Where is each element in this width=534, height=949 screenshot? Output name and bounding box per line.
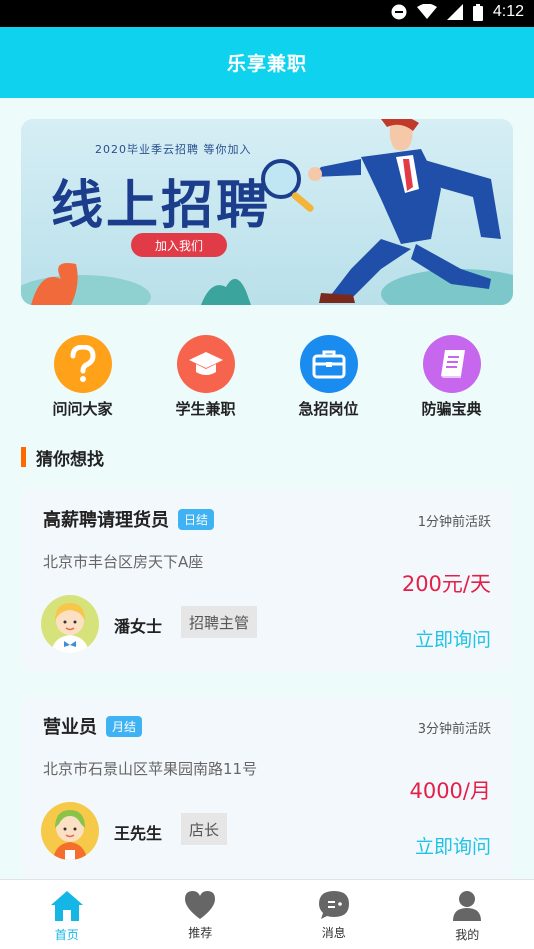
tab-messages[interactable]: 消息 <box>267 880 401 949</box>
banner-subtitle: 2020毕业季云招聘 等你加入 <box>95 143 252 156</box>
quick-item-urgent[interactable]: 急招岗位 <box>267 335 390 419</box>
job-address: 北京市丰台区房天下A座 <box>43 553 204 571</box>
tab-label: 消息 <box>321 926 346 940</box>
contact-role: 店长 <box>181 813 228 845</box>
payment-tag: 月结 <box>106 715 143 737</box>
tab-profile[interactable]: 我的 <box>401 880 534 949</box>
status-bar: 4:12 <box>0 0 534 27</box>
graduation-cap-icon <box>176 335 235 393</box>
wifi-icon <box>416 4 437 19</box>
battery-icon <box>472 3 483 21</box>
status-icons: 4:12 <box>391 3 524 21</box>
avatar <box>41 802 99 860</box>
user-icon <box>453 891 482 921</box>
promo-banner[interactable]: 2020毕业季云招聘 等你加入 线上招聘 加入我们 <box>21 119 513 305</box>
job-title-row: 高薪聘请理货员 日结 <box>43 506 215 532</box>
do-not-disturb-icon <box>391 4 407 20</box>
inquire-button[interactable]: 立即询问 <box>415 625 491 652</box>
contact-role: 招聘主管 <box>181 606 258 638</box>
section-accent-bar <box>21 447 26 467</box>
join-us-button[interactable]: 加入我们 <box>131 233 227 257</box>
quick-item-label: 急招岗位 <box>298 400 359 418</box>
home-icon <box>50 891 83 921</box>
question-icon <box>53 335 112 393</box>
job-title-row: 营业员 月结 <box>43 713 143 739</box>
job-title: 高薪聘请理货员 <box>43 510 169 531</box>
status-time: 4:12 <box>492 3 524 20</box>
quick-item-label: 问问大家 <box>52 400 113 418</box>
quick-item-label: 学生兼职 <box>175 400 236 418</box>
book-icon <box>422 335 481 393</box>
job-address: 北京市石景山区苹果园南路11号 <box>43 760 258 778</box>
active-time: 3分钟前活跃 <box>417 722 491 737</box>
page-title: 乐享兼职 <box>226 53 307 75</box>
inquire-button[interactable]: 立即询问 <box>415 832 491 859</box>
quick-item-ask[interactable]: 问问大家 <box>21 335 144 419</box>
avatar <box>41 595 99 653</box>
heart-icon <box>185 891 216 919</box>
quick-item-student-jobs[interactable]: 学生兼职 <box>144 335 267 419</box>
quick-menu: 问问大家 学生兼职 急招岗位 防骗宝典 <box>0 335 534 419</box>
section-header: 猜你想找 <box>21 446 104 470</box>
bottom-nav: 首页 推荐 消息 我的 <box>0 879 534 949</box>
tab-label: 推荐 <box>188 926 213 940</box>
tab-label: 我的 <box>455 928 480 942</box>
quick-item-label: 防骗宝典 <box>421 400 482 418</box>
active-time: 1分钟前活跃 <box>417 515 491 530</box>
job-salary: 200元/天 <box>401 572 491 596</box>
quick-item-anti-fraud[interactable]: 防骗宝典 <box>390 335 513 419</box>
job-card[interactable]: 营业员 月结 3分钟前活跃 北京市石景山区苹果园南路11号 4000/月 王先生… <box>21 696 513 878</box>
contact-name: 潘女士 <box>114 617 163 636</box>
job-card[interactable]: 高薪聘请理货员 日结 1分钟前活跃 北京市丰台区房天下A座 200元/天 潘女士… <box>21 489 513 671</box>
section-title: 猜你想找 <box>36 449 104 470</box>
contact-name: 王先生 <box>114 824 163 843</box>
briefcase-icon <box>299 335 358 393</box>
signal-icon <box>446 4 463 20</box>
banner-title: 线上招聘 <box>51 176 272 236</box>
job-title: 营业员 <box>43 717 97 738</box>
tab-label: 首页 <box>54 928 79 942</box>
tab-home[interactable]: 首页 <box>0 880 134 949</box>
payment-tag: 日结 <box>178 508 215 530</box>
app-header: 乐享兼职 <box>0 27 534 98</box>
message-icon <box>318 891 349 919</box>
tab-recommend[interactable]: 推荐 <box>134 880 268 949</box>
job-salary: 4000/月 <box>409 779 491 803</box>
